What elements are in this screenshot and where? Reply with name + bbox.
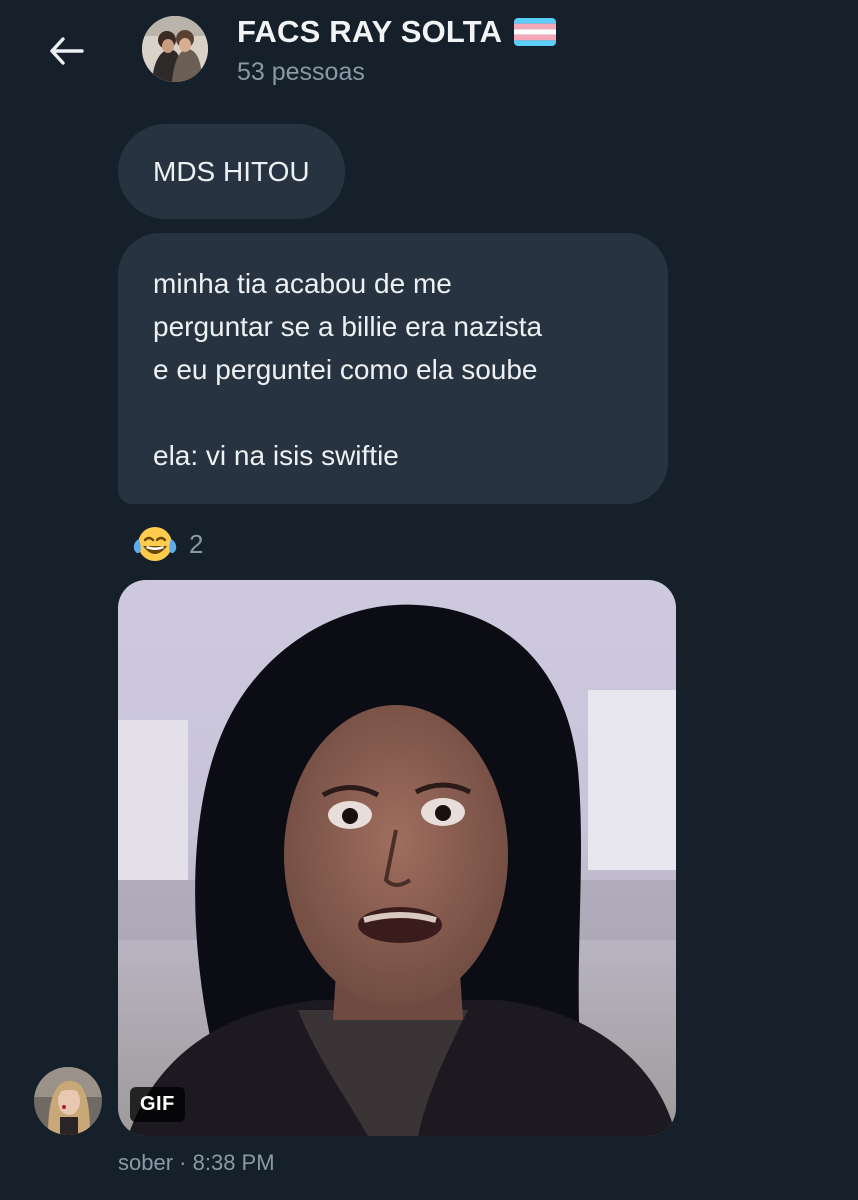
reaction-count: 2 bbox=[189, 528, 204, 559]
sender-name[interactable]: sober bbox=[118, 1150, 173, 1175]
face-with-tears-of-joy-icon bbox=[133, 527, 177, 561]
group-avatar[interactable] bbox=[142, 16, 208, 82]
message-bubble[interactable]: minha tia acabou de me perguntar se a bi… bbox=[118, 233, 668, 504]
chat-title-text: FACS RAY SOLTA bbox=[237, 14, 503, 49]
arrow-left-icon bbox=[50, 37, 84, 65]
sender-avatar[interactable] bbox=[34, 1067, 102, 1135]
message-text: MDS HITOU bbox=[153, 156, 310, 187]
gif-badge: GIF bbox=[130, 1087, 185, 1122]
message-line: e eu perguntei como ela soube bbox=[153, 354, 538, 385]
chat-title[interactable]: FACS RAY SOLTA bbox=[237, 14, 557, 50]
message-line: perguntar se a billie era nazista bbox=[153, 311, 543, 342]
message-line: minha tia acabou de me bbox=[153, 268, 452, 299]
message-meta: sober · 8:38 PM bbox=[118, 1150, 275, 1176]
reaction-chip[interactable]: 2 bbox=[130, 522, 203, 566]
message-line: ela: vi na isis swiftie bbox=[153, 440, 399, 471]
gif-image bbox=[118, 580, 676, 1136]
meta-separator: · bbox=[179, 1150, 187, 1175]
member-count[interactable]: 53 pessoas bbox=[237, 58, 365, 87]
message-line-break bbox=[153, 391, 633, 434]
transgender-flag-icon bbox=[514, 18, 557, 46]
message-timestamp: 8:38 PM bbox=[192, 1150, 275, 1175]
back-button[interactable] bbox=[44, 28, 90, 74]
message-bubble[interactable]: MDS HITOU bbox=[118, 124, 345, 219]
gif-attachment[interactable]: GIF bbox=[118, 580, 676, 1136]
